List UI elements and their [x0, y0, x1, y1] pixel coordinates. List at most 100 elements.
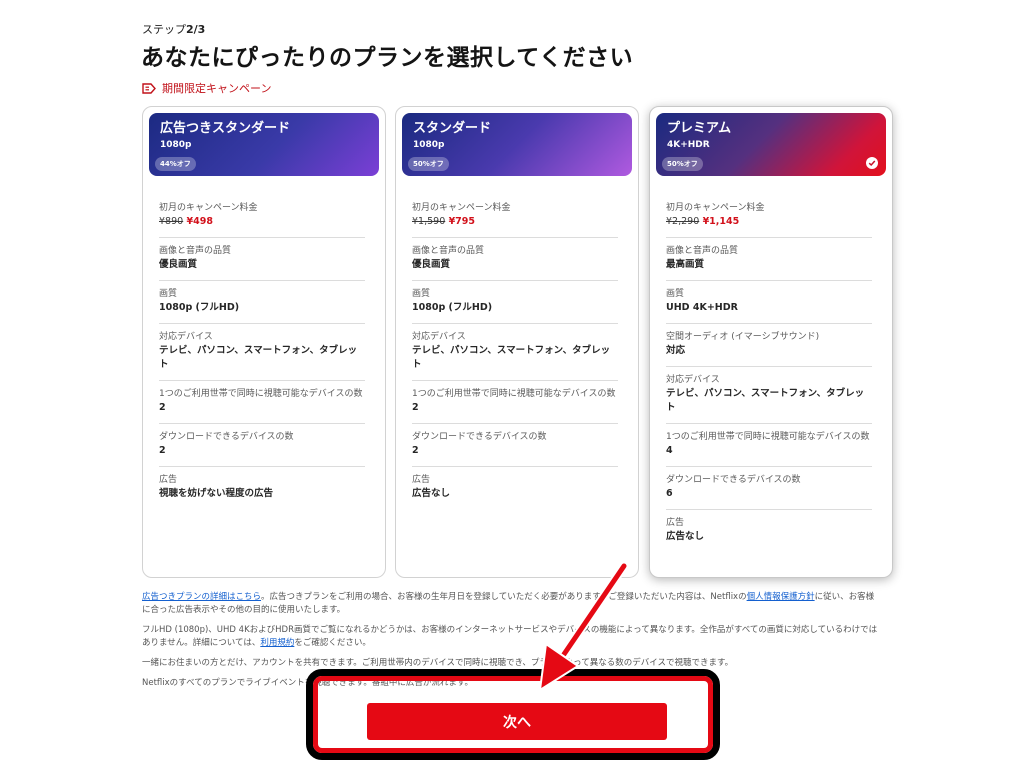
- plan-resolution: 4K+HDR: [667, 140, 710, 150]
- feature-value: 4: [666, 445, 673, 456]
- tag-icon: [142, 82, 156, 94]
- feature-value: 広告なし: [666, 531, 705, 542]
- feature-label: ダウンロードできるデバイスの数: [159, 432, 294, 442]
- feature-row: 広告視聴を妨げない程度の広告: [159, 467, 365, 509]
- price-row: 初月のキャンペーン料金 ¥2,290 ¥1,145: [666, 195, 872, 238]
- plan-details: 初月のキャンペーン料金 ¥1,590 ¥795 画像と音声の品質 優良画質画質 1080…: [412, 195, 618, 509]
- feature-label: 1つのご利用世帯で同時に視聴可能なデバイスの数: [666, 432, 870, 442]
- plan-name: プレミアム: [667, 121, 732, 136]
- feature-row: 広告 広告なし: [666, 510, 872, 552]
- feature-label: 画質: [412, 289, 431, 299]
- plan-resolution: 1080p: [160, 140, 192, 150]
- price-label: 初月のキャンペーン料金: [666, 203, 765, 213]
- original-price: ¥2,290: [666, 216, 700, 227]
- plan-card-ad-standard[interactable]: 広告つきスタンダード 1080p 44%オフ 初月のキャンペーン料金 ¥890 ¥…: [142, 106, 386, 578]
- original-price: ¥1,590: [412, 216, 446, 227]
- feature-value: 2: [159, 402, 166, 413]
- plan-details: 初月のキャンペーン料金 ¥2,290 ¥1,145 画像と音声の品質 最高画質画質 UH…: [666, 195, 872, 552]
- feature-row: 画質 1080p (フルHD): [412, 281, 618, 324]
- feature-label: 画質: [666, 289, 685, 299]
- feature-value: テレビ、パソコン、スマートフォン、タブレット: [412, 345, 611, 370]
- plan-details: 初月のキャンペーン料金 ¥890 ¥498 画像と音声の品質 優良画質画質 1080p …: [159, 195, 365, 509]
- feature-label: 空間オーディオ (イマーシブサウンド): [666, 332, 820, 342]
- feature-row: 画質 UHD 4K+HDR: [666, 281, 872, 324]
- feature-value: 視聴を妨げない程度の広告: [159, 488, 274, 499]
- feature-value: 2: [412, 445, 419, 456]
- feature-row: ダウンロードできるデバイスの数 2: [159, 424, 365, 467]
- feature-label: 画質: [159, 289, 178, 299]
- plan-resolution: 1080p: [413, 140, 445, 150]
- feature-row: 対応デバイステレビ、パソコン、スマートフォン、タブレット: [412, 324, 618, 381]
- feature-label: 1つのご利用世帯で同時に視聴可能なデバイスの数: [412, 389, 616, 399]
- step-indicator: ステップ2/3: [142, 23, 206, 36]
- price-row: 初月のキャンペーン料金 ¥890 ¥498: [159, 195, 365, 238]
- feature-value: UHD 4K+HDR: [666, 302, 738, 313]
- feature-value: 最高画質: [666, 259, 705, 270]
- feature-label: ダウンロードできるデバイスの数: [666, 475, 801, 485]
- feature-row: 1つのご利用世帯で同時に視聴可能なデバイスの数 2: [412, 381, 618, 424]
- plan-name: スタンダード: [413, 121, 492, 136]
- feature-row: 画像と音声の品質 最高画質: [666, 238, 872, 281]
- price-value: ¥2,290 ¥1,145: [666, 215, 872, 229]
- feature-row: 空間オーディオ (イマーシブサウンド) 対応: [666, 324, 872, 367]
- feature-row: ダウンロードできるデバイスの数 2: [412, 424, 618, 467]
- feature-value: 2: [159, 445, 166, 456]
- feature-row: 対応デバイステレビ、パソコン、スマートフォン、タブレット: [159, 324, 365, 381]
- feature-row: 対応デバイステレビ、パソコン、スマートフォン、タブレット: [666, 367, 872, 424]
- campaign-price: ¥1,145: [702, 216, 740, 227]
- privacy-policy-link[interactable]: 個人情報保護方針: [747, 592, 815, 602]
- plan-card-premium[interactable]: プレミアム 4K+HDR 50%オフ 初月のキャンペーン料金 ¥2,290 ¥1,…: [649, 106, 893, 578]
- price-value: ¥890 ¥498: [159, 215, 365, 229]
- checkmark-icon: [866, 157, 878, 169]
- discount-badge: 50%オフ: [408, 157, 449, 171]
- feature-label: 画像と音声の品質: [412, 246, 485, 256]
- feature-value: テレビ、パソコン、スマートフォン、タブレット: [159, 345, 358, 370]
- plan-header: スタンダード 1080p 50%オフ: [402, 113, 632, 176]
- feature-label: ダウンロードできるデバイスの数: [412, 432, 547, 442]
- discount-badge: 50%オフ: [662, 157, 703, 171]
- campaign-banner: 期間限定キャンペーン: [142, 80, 271, 96]
- feature-row: 1つのご利用世帯で同時に視聴可能なデバイスの数 4: [666, 424, 872, 467]
- feature-label: 広告: [666, 518, 685, 528]
- page-title: あなたにぴったりのプランを選択してください: [141, 45, 634, 71]
- plan-name: 広告つきスタンダード: [160, 121, 291, 136]
- feature-row: ダウンロードできるデバイスの数 6: [666, 467, 872, 510]
- feature-value: 1080p (フルHD): [412, 302, 493, 313]
- feature-row: 広告 広告なし: [412, 467, 618, 509]
- feature-row: 画像と音声の品質 優良画質: [159, 238, 365, 281]
- price-value: ¥1,590 ¥795: [412, 215, 618, 229]
- feature-label: 対応デバイス: [159, 332, 213, 342]
- feature-row: 画質 1080p (フルHD): [159, 281, 365, 324]
- feature-label: 広告: [159, 475, 178, 485]
- terms-of-use-link[interactable]: 利用規約: [260, 638, 294, 648]
- price-label: 初月のキャンペーン料金: [159, 203, 258, 213]
- feature-value: テレビ、パソコン、スマートフォン、タブレット: [666, 388, 865, 413]
- feature-value: 優良画質: [412, 259, 451, 270]
- note-quality: フルHD (1080p)、UHD 4KおよびHDR画質でご覧になれるかどうかは、…: [142, 625, 878, 648]
- feature-row: 画像と音声の品質 優良画質: [412, 238, 618, 281]
- campaign-price: ¥795: [448, 216, 476, 227]
- note-ads: 広告つきプランの詳細はこちら。広告つきプランをご利用の場合、お客様の生年月日を登…: [142, 592, 875, 615]
- feature-label: 広告: [412, 475, 431, 485]
- next-button[interactable]: 次へ: [367, 703, 667, 740]
- feature-value: 1080p (フルHD): [159, 302, 240, 313]
- feature-label: 対応デバイス: [412, 332, 466, 342]
- feature-value: 6: [666, 488, 673, 499]
- campaign-price: ¥498: [186, 216, 213, 227]
- plan-header: プレミアム 4K+HDR 50%オフ: [656, 113, 886, 176]
- price-label: 初月のキャンペーン料金: [412, 203, 511, 213]
- campaign-label: 期間限定キャンペーン: [162, 82, 272, 95]
- feature-label: 画像と音声の品質: [666, 246, 739, 256]
- discount-badge: 44%オフ: [155, 157, 196, 171]
- feature-value: 広告なし: [412, 488, 451, 499]
- feature-value: 優良画質: [159, 259, 198, 270]
- ad-plan-details-link[interactable]: 広告つきプランの詳細はこちら: [142, 592, 261, 602]
- price-row: 初月のキャンペーン料金 ¥1,590 ¥795: [412, 195, 618, 238]
- feature-label: 画像と音声の品質: [159, 246, 232, 256]
- plan-header: 広告つきスタンダード 1080p 44%オフ: [149, 113, 379, 176]
- feature-value: 2: [412, 402, 419, 413]
- feature-value: 対応: [666, 345, 686, 356]
- plan-card-standard[interactable]: スタンダード 1080p 50%オフ 初月のキャンペーン料金 ¥1,590 ¥79…: [395, 106, 639, 578]
- feature-label: 1つのご利用世帯で同時に視聴可能なデバイスの数: [159, 389, 363, 399]
- feature-label: 対応デバイス: [666, 375, 720, 385]
